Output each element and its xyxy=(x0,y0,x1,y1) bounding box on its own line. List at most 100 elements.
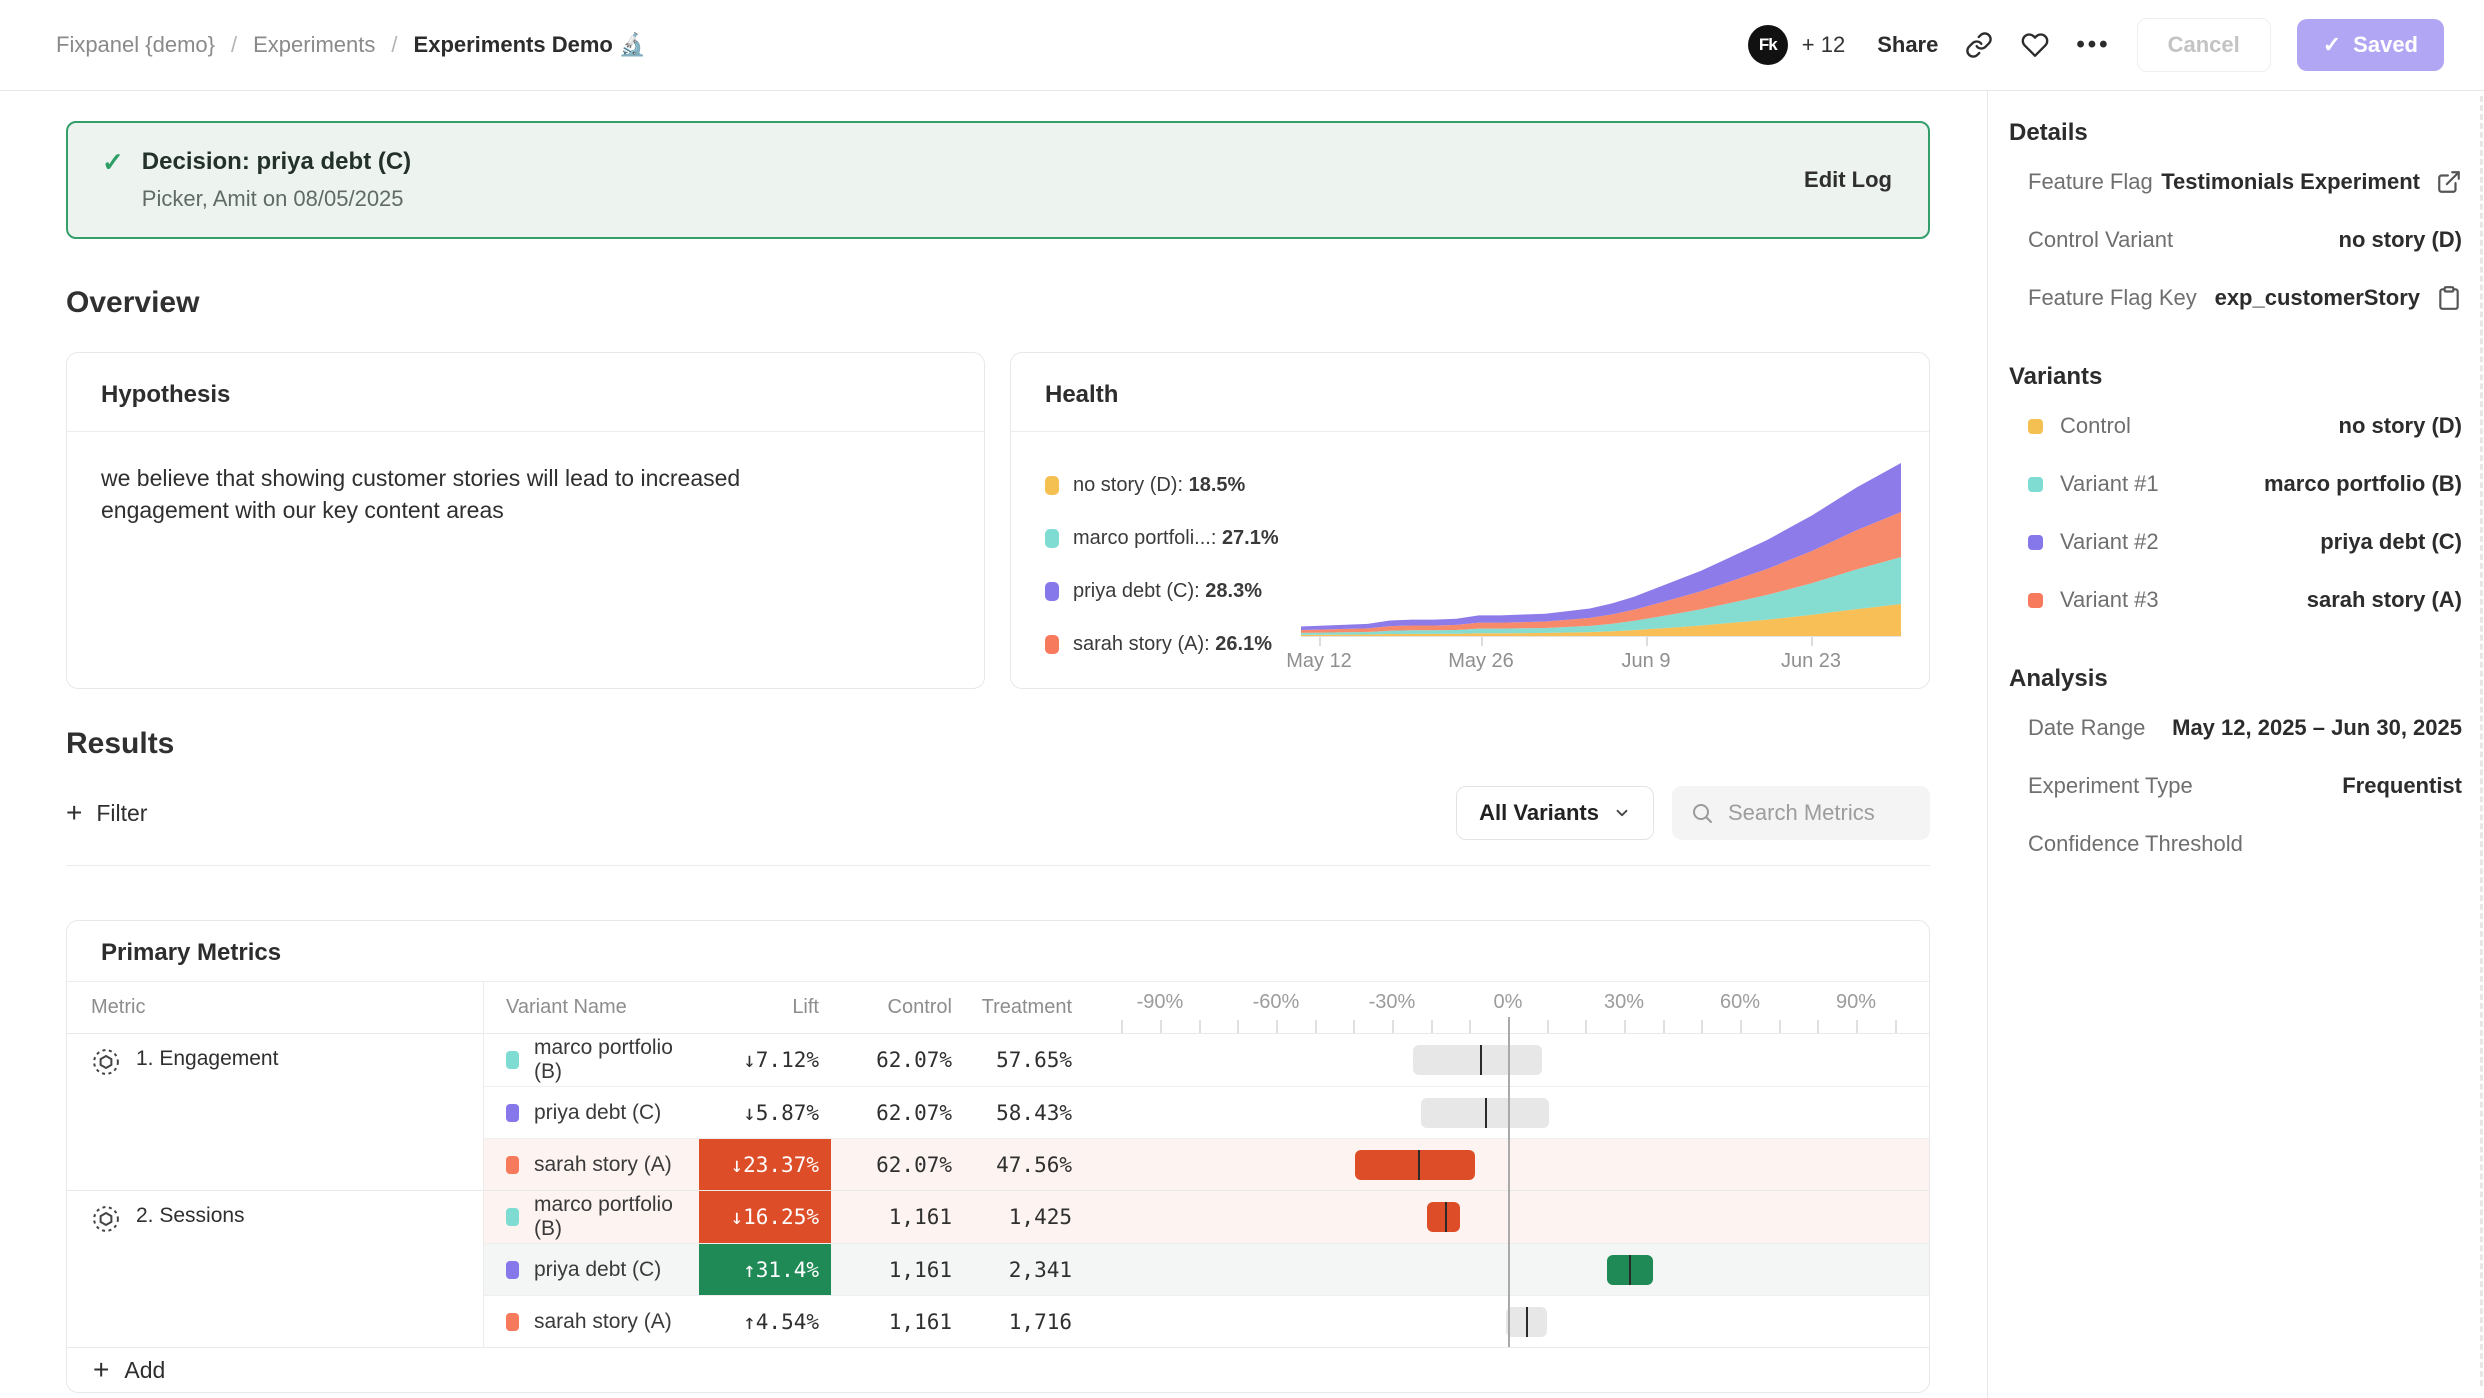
header-actions: Fk + 12 Share ••• Cancel ✓ Saved xyxy=(1748,18,2444,72)
ci-axis-label: -30% xyxy=(1369,991,1416,1014)
col-lift: Lift xyxy=(699,996,831,1019)
favorite-heart-icon[interactable] xyxy=(2020,30,2050,60)
chevron-down-icon xyxy=(1613,804,1631,822)
search-icon xyxy=(1690,801,1714,825)
primary-metrics-title: Primary Metrics xyxy=(67,921,1929,981)
legend-item: no story (D): 18.5% xyxy=(1045,474,1301,497)
metric-rows: marco portfolio (B)↓7.12%62.07%57.65% pri… xyxy=(484,1034,1929,1190)
sidebar-row: Confidence Threshold xyxy=(2009,815,2462,873)
avatar[interactable]: Fk xyxy=(1748,25,1788,65)
metric-name: 1. Engagement xyxy=(136,1047,278,1071)
health-title: Health xyxy=(1011,353,1929,432)
breadcrumb-project[interactable]: Fixpanel {demo} xyxy=(56,32,215,58)
ci-axis-tick xyxy=(1779,1020,1781,1033)
edit-log-button[interactable]: Edit Log xyxy=(1804,167,1892,193)
variant-row: marco portfolio (B)↓16.25%1,1611,425 xyxy=(484,1191,1929,1243)
search-metrics-box xyxy=(1672,786,1930,840)
legend-label: no story (D): 18.5% xyxy=(1073,474,1245,497)
lift-cell: ↓16.25% xyxy=(699,1191,831,1243)
variant-swatch xyxy=(506,1051,519,1069)
variant-row: marco portfolio (B)↓7.12%62.07%57.65% xyxy=(484,1034,1929,1086)
copy-link-icon[interactable] xyxy=(1964,30,1994,60)
variant-row: sarah story (A)↑4.54%1,1611,716 xyxy=(484,1295,1929,1347)
sidebar-row-value: no story (D) xyxy=(2339,227,2462,253)
breadcrumb-experiments[interactable]: Experiments xyxy=(253,32,375,58)
search-metrics-input[interactable] xyxy=(1728,800,1912,826)
cancel-button[interactable]: Cancel xyxy=(2137,18,2271,72)
collaborator-count: + 12 xyxy=(1802,32,1845,58)
variant-name-cell: marco portfolio (B) xyxy=(484,1034,699,1086)
sidebar-row-value: no story (D) xyxy=(2339,413,2462,439)
ci-axis-tick xyxy=(1624,1020,1626,1033)
ci-bar xyxy=(1413,1045,1542,1075)
legend-label: sarah story (A): 26.1% xyxy=(1073,633,1272,656)
zero-percent-line xyxy=(1508,1017,1510,1347)
variant-swatch xyxy=(506,1156,519,1174)
sidebar-row-label: Variant #2 xyxy=(2060,529,2159,555)
scrollbar-track[interactable] xyxy=(2480,96,2483,1386)
divider xyxy=(66,865,1930,866)
decision-text: Decision: priya debt (C) Picker, Amit on… xyxy=(142,148,411,212)
more-options-icon[interactable]: ••• xyxy=(2076,31,2110,59)
add-metric-button[interactable]: + Add xyxy=(67,1347,1929,1392)
axis-tick-label: May 12 xyxy=(1286,650,1352,673)
col-treatment: Treatment xyxy=(964,996,1084,1019)
sidebar-row: Feature Flag Keyexp_customerStory xyxy=(2009,269,2462,327)
external-link-icon[interactable] xyxy=(2436,169,2462,195)
add-filter-button[interactable]: + Filter xyxy=(66,799,147,827)
variant-label: sarah story (A) xyxy=(534,1153,672,1177)
ci-axis-tick xyxy=(1315,1020,1317,1033)
hypothesis-title: Hypothesis xyxy=(67,353,984,432)
variant-swatch xyxy=(506,1313,519,1331)
legend-swatch xyxy=(1045,529,1059,548)
metric-cell[interactable]: 1. Engagement xyxy=(67,1034,484,1190)
ci-axis-tick xyxy=(1701,1020,1703,1033)
lift-cell: ↓7.12% xyxy=(699,1034,831,1086)
table-header: Metric Variant Name Lift Control Treatme… xyxy=(67,981,1929,1033)
legend-swatch xyxy=(1045,635,1059,654)
variants-dropdown[interactable]: All Variants xyxy=(1456,786,1654,840)
sidebar-row-label: Control xyxy=(2060,413,2131,439)
treatment-cell: 47.56% xyxy=(964,1139,1084,1190)
sidebar-row: Control Variantno story (D) xyxy=(2009,211,2462,269)
col-control: Control xyxy=(831,996,964,1019)
decision-subtitle: Picker, Amit on 08/05/2025 xyxy=(142,186,411,212)
main-content: ✓ Decision: priya debt (C) Picker, Amit … xyxy=(0,91,1987,1398)
lift-cell: ↓23.37% xyxy=(699,1139,831,1190)
ci-axis-tick xyxy=(1392,1020,1394,1033)
control-cell: 62.07% xyxy=(831,1139,964,1190)
clipboard-icon[interactable] xyxy=(2436,285,2462,311)
details-heading: Details xyxy=(2009,119,2462,147)
metric-cell[interactable]: 2. Sessions xyxy=(67,1191,484,1347)
ci-axis-tick xyxy=(1431,1020,1433,1033)
sidebar-row: Variant #3sarah story (A) xyxy=(2009,571,2462,629)
ci-axis-tick xyxy=(1547,1020,1549,1033)
ci-chart-cell xyxy=(1084,1296,1929,1347)
metric-group: 1. Engagementmarco portfolio (B)↓7.12%62… xyxy=(67,1033,1929,1190)
sidebar-row-label: Experiment Type xyxy=(2028,773,2193,799)
sidebar-row-value: priya debt (C) xyxy=(2320,529,2462,555)
ci-axis-tick xyxy=(1469,1020,1471,1033)
variants-heading: Variants xyxy=(2009,363,2462,391)
share-button[interactable]: Share xyxy=(1877,32,1938,58)
breadcrumb-current: Experiments Demo 🔬 xyxy=(414,32,647,58)
variant-name-cell: marco portfolio (B) xyxy=(484,1191,699,1243)
variant-label: sarah story (A) xyxy=(534,1310,672,1334)
legend-item: sarah story (A): 26.1% xyxy=(1045,633,1301,656)
health-legend: no story (D): 18.5%marco portfoli...: 27… xyxy=(1045,452,1301,676)
saved-button[interactable]: ✓ Saved xyxy=(2297,19,2444,71)
sidebar-row-value: marco portfolio (B) xyxy=(2264,471,2462,497)
sidebar-row-value: May 12, 2025 – Jun 30, 2025 xyxy=(2172,715,2462,741)
metric-group: 2. Sessionsmarco portfolio (B)↓16.25%1,1… xyxy=(67,1190,1929,1347)
health-card: Health no story (D): 18.5%marco portfoli… xyxy=(1010,352,1930,689)
decision-title: Decision: priya debt (C) xyxy=(142,148,411,176)
legend-swatch xyxy=(1045,582,1059,601)
variant-label: priya debt (C) xyxy=(534,1101,661,1125)
ci-axis-tick xyxy=(1237,1020,1239,1033)
ci-axis-header: -90%-60%-30%0%30%60%90% xyxy=(1084,982,1929,1033)
check-icon: ✓ xyxy=(2323,32,2341,58)
ci-axis-label: 0% xyxy=(1494,991,1523,1014)
legend-item: priya debt (C): 28.3% xyxy=(1045,580,1301,603)
sidebar-row-value: exp_customerStory xyxy=(2215,285,2420,311)
variant-row: sarah story (A) ↓23.37%62.07%47.56% xyxy=(484,1138,1929,1190)
